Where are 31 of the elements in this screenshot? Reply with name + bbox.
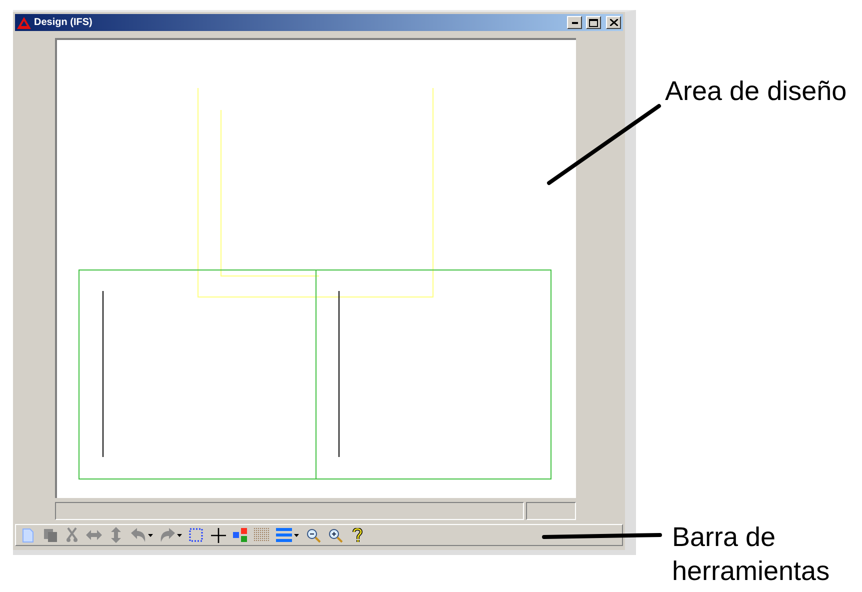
- maximize-button[interactable]: [586, 16, 601, 29]
- close-icon: [610, 19, 618, 26]
- lines-icon: [276, 528, 292, 542]
- toolbar-button[interactable]: [209, 526, 227, 544]
- caret-icon: [294, 534, 299, 536]
- maximize-icon: [589, 18, 598, 26]
- vertical-arrows-icon: [111, 527, 121, 543]
- crosshair-icon: [210, 528, 226, 542]
- horizontal-arrows-icon: [86, 530, 102, 540]
- window-title: Design (IFS): [34, 17, 94, 28]
- zoom-in-icon: [328, 528, 342, 542]
- close-button[interactable]: [606, 16, 621, 29]
- scissors-icon: [66, 527, 78, 543]
- callout-label: Area de diseño: [665, 76, 847, 107]
- minimize-icon: [572, 22, 578, 24]
- dotted-rectangle-icon: [189, 528, 203, 542]
- undo-icon: [130, 528, 146, 542]
- color-squares-icon: [232, 528, 248, 542]
- toolbar-button[interactable]: [326, 526, 344, 544]
- document-icon: [22, 528, 34, 542]
- zoom-out-icon: [306, 528, 320, 542]
- copy-icon: [42, 528, 58, 542]
- callout-label: Barra de herramientas: [672, 521, 831, 588]
- help-icon: [352, 528, 362, 542]
- redo-icon: [160, 528, 174, 542]
- minimize-button[interactable]: [567, 16, 582, 29]
- caret-icon: [148, 534, 153, 536]
- toolbar-button[interactable]: [304, 526, 322, 544]
- caret-icon: [177, 534, 182, 536]
- triangle-logo-icon: [17, 16, 31, 28]
- status-pane: [526, 502, 576, 520]
